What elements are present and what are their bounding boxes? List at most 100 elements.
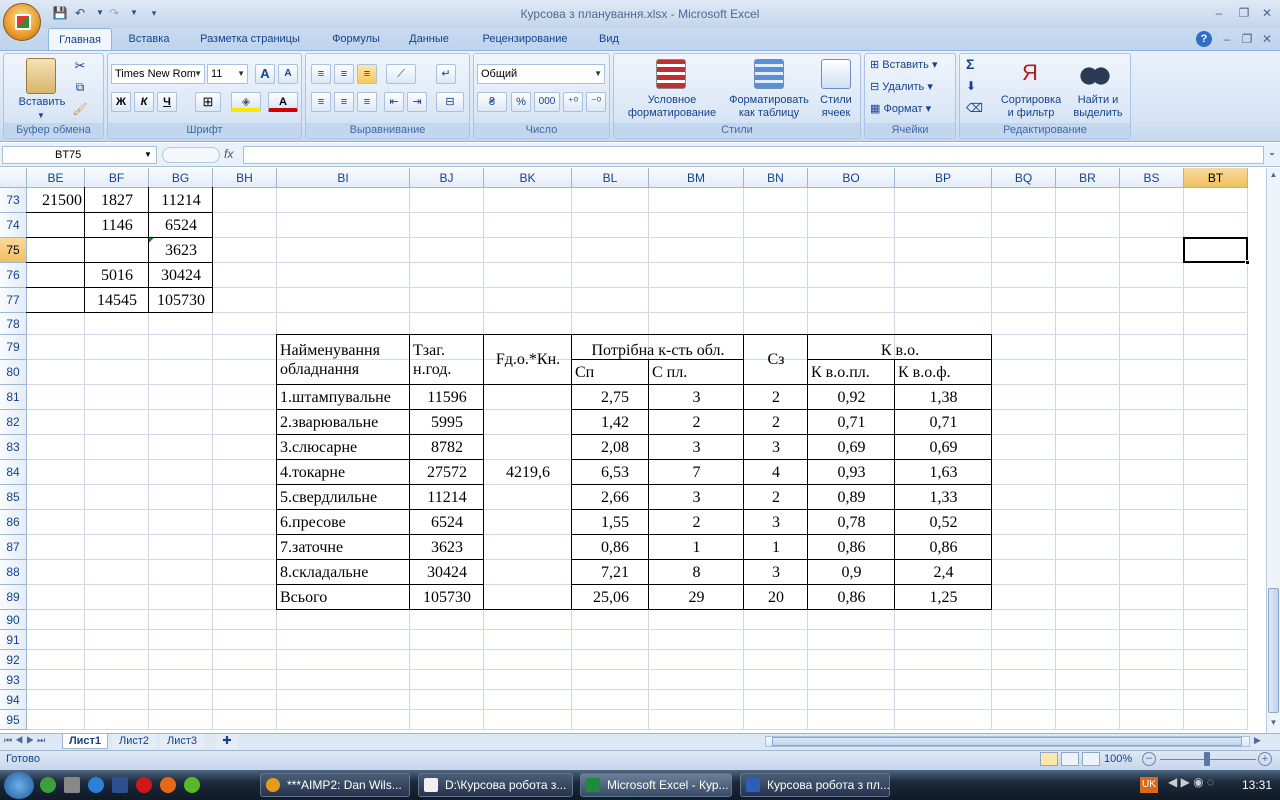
expand-formula-icon[interactable]: ⌄ (1266, 147, 1278, 163)
zoom-in-icon[interactable]: + (1258, 752, 1272, 766)
equipment-name[interactable]: 8.складальне (277, 560, 410, 585)
row-header[interactable]: 94 (0, 690, 27, 710)
table-cell[interactable]: 2 (744, 485, 808, 510)
column-header[interactable]: BI (277, 168, 410, 188)
table-cell[interactable]: 3 (649, 435, 744, 460)
currency-icon[interactable]: ₴ (477, 92, 507, 112)
tab-review[interactable]: Рецензирование (470, 28, 580, 51)
table-cell[interactable]: 8782 (410, 435, 484, 460)
fill-icon[interactable]: ⬇ (966, 80, 976, 93)
paste-button[interactable]: Вставить (12, 96, 72, 109)
table-cell[interactable]: 11214 (410, 485, 484, 510)
column-header[interactable]: BO (808, 168, 895, 188)
table-cell[interactable]: 6524 (149, 213, 213, 238)
table-cell[interactable]: 4219,6 (484, 460, 572, 485)
table-cell[interactable]: 0,92 (808, 385, 895, 410)
table-cell[interactable]: 30424 (410, 560, 484, 585)
row-header[interactable]: 83 (0, 435, 27, 460)
table-cell[interactable]: 27572 (410, 460, 484, 485)
row-header[interactable]: 80 (0, 360, 27, 385)
taskbar-item-excel[interactable]: Microsoft Excel - Кур... (580, 773, 732, 797)
format-as-table-button[interactable]: Форматировать как таблицу (724, 94, 814, 120)
column-header[interactable]: BH (213, 168, 277, 188)
paste-dropdown-icon[interactable]: ▼ (37, 109, 45, 122)
worksheet-grid[interactable]: BE BF BG BH BI BJ BK BL BM BN BO BP BQ BR BS BT 73 74 75 76… (0, 168, 1266, 733)
column-header[interactable]: BM (649, 168, 744, 188)
select-all-corner[interactable] (0, 168, 27, 188)
align-left-icon[interactable]: ≡ (311, 92, 331, 112)
selected-cell[interactable] (1183, 237, 1248, 263)
row-header[interactable]: 95 (0, 710, 27, 730)
table-cell[interactable] (27, 288, 85, 313)
column-header[interactable]: BQ (992, 168, 1056, 188)
table-cell[interactable]: 0,69 (895, 435, 992, 460)
ribbon-minimize-icon[interactable]: – (1218, 32, 1236, 46)
font-name-combo[interactable]: Times New Rom ▼ (111, 64, 205, 84)
equipment-name[interactable]: 7.заточне (277, 535, 410, 560)
table-cell[interactable]: 0,52 (895, 510, 992, 535)
language-indicator[interactable]: UK (1140, 777, 1158, 793)
table-cell[interactable]: 2,08 (572, 435, 649, 460)
namebox-dropdown-icon[interactable]: ▼ (144, 150, 152, 159)
normal-view-icon[interactable] (1040, 752, 1058, 766)
number-format-combo[interactable]: Общий ▼ (477, 64, 605, 84)
bold-button[interactable]: Ж (111, 92, 131, 112)
column-header[interactable]: BG (149, 168, 213, 188)
table-cell[interactable]: 1146 (85, 213, 149, 238)
table-cell[interactable]: 3623 (149, 238, 213, 263)
decrease-decimal-icon[interactable]: ⁻⁰ (586, 92, 606, 112)
header-kvo[interactable]: К в.о. (808, 335, 992, 360)
cut-icon[interactable]: ✂ (72, 59, 88, 72)
column-header[interactable]: BF (85, 168, 149, 188)
new-sheet-icon[interactable]: ✚ (216, 734, 238, 749)
table-cell[interactable]: 5016 (85, 263, 149, 288)
insert-function-button[interactable]: fx (224, 147, 233, 161)
shrink-font-button[interactable]: A (278, 64, 298, 84)
ribbon-restore-icon[interactable]: ❐ (1238, 32, 1256, 46)
table-cell[interactable]: 11214 (149, 188, 213, 213)
table-cell[interactable] (27, 238, 85, 263)
formula-input[interactable] (243, 146, 1264, 164)
quicklaunch-icon[interactable] (112, 777, 128, 793)
table-cell[interactable]: 3 (649, 485, 744, 510)
table-cell[interactable]: 29 (649, 585, 744, 610)
table-cell[interactable]: 105730 (410, 585, 484, 610)
table-cell[interactable]: 3623 (410, 535, 484, 560)
sort-filter-button[interactable]: Сортировка и фильтр (994, 94, 1068, 120)
equipment-name[interactable]: 6.пресове (277, 510, 410, 535)
header-kvof[interactable]: К в.о.ф. (895, 360, 992, 385)
row-header[interactable]: 78 (0, 313, 27, 335)
quicklaunch-icon[interactable] (88, 777, 104, 793)
increase-indent-icon[interactable]: ⇥ (407, 92, 427, 112)
column-header[interactable]: BK (484, 168, 572, 188)
table-cell[interactable]: 21500 (27, 188, 85, 213)
table-cell[interactable]: 0,86 (808, 585, 895, 610)
table-cell[interactable]: 14545 (85, 288, 149, 313)
table-cell[interactable]: 1,42 (572, 410, 649, 435)
row-header[interactable]: 77 (0, 288, 27, 313)
table-cell[interactable]: 1 (744, 535, 808, 560)
sheet-tab-2[interactable]: Лист2 (112, 734, 156, 749)
sheet-tab-1[interactable]: Лист1 (62, 734, 108, 749)
merge-center-icon[interactable]: ⊟ (436, 92, 464, 112)
equipment-name[interactable]: Всього (277, 585, 410, 610)
table-cell[interactable]: 0,86 (808, 535, 895, 560)
taskbar-item-folder[interactable]: D:\Курсова робота з... (418, 773, 573, 797)
align-center-icon[interactable]: ≡ (334, 92, 354, 112)
taskbar-item-word[interactable]: Курсова робота з пл... (740, 773, 890, 797)
tab-home[interactable]: Главная (48, 28, 112, 51)
table-cell[interactable] (85, 238, 149, 263)
zoom-level[interactable]: 100% (1104, 753, 1132, 765)
tray-icons[interactable]: ◀ ▶ ◉ ◌ (1168, 775, 1228, 795)
decrease-indent-icon[interactable]: ⇤ (384, 92, 404, 112)
maximize-icon[interactable]: ❐ (1235, 6, 1253, 20)
table-cell[interactable] (27, 213, 85, 238)
table-cell[interactable]: 25,06 (572, 585, 649, 610)
row-header[interactable]: 84 (0, 460, 27, 485)
name-box[interactable]: BT75 (2, 146, 157, 164)
header-name[interactable]: Найменування обладнання (277, 335, 410, 385)
format-cells-button[interactable]: ▦ Формат ▾ (870, 103, 931, 116)
row-header[interactable]: 89 (0, 585, 27, 610)
table-cell[interactable]: 0,71 (808, 410, 895, 435)
table-cell[interactable]: 0,86 (572, 535, 649, 560)
